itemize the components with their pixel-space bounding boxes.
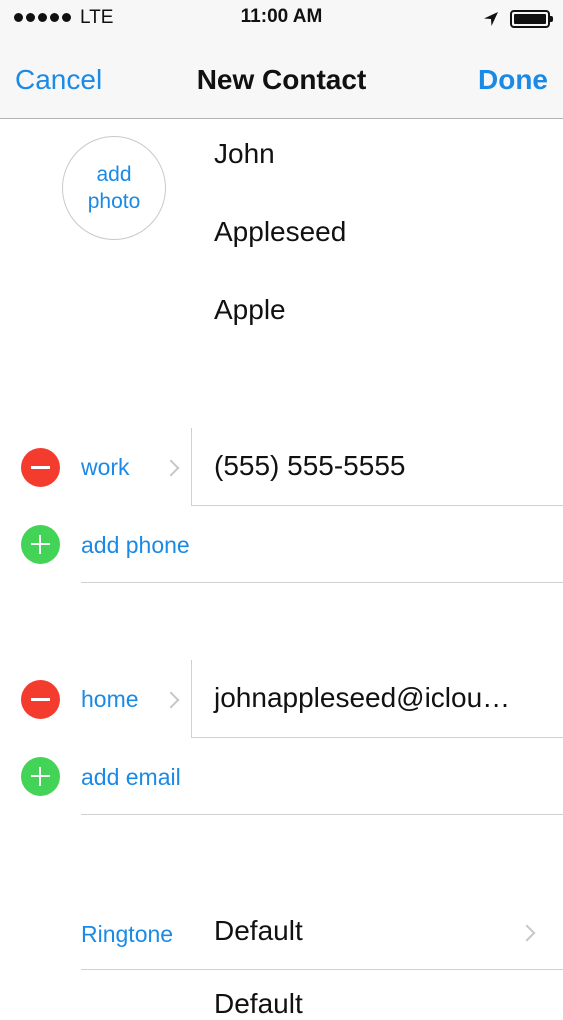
email-label-button[interactable]: home [81,686,139,713]
plus-circle-icon[interactable] [21,525,60,564]
divider [81,969,563,970]
phone-number-field[interactable]: (555) 555-5555 [214,450,405,482]
company-field[interactable]: Apple [214,294,286,326]
location-arrow-icon [484,12,498,26]
add-phone-row[interactable]: add phone [0,506,563,584]
plus-circle-icon[interactable] [21,757,60,796]
email-row: home johnappleseed@iclou… [0,660,563,738]
minus-circle-icon[interactable] [21,680,60,719]
ringtone-row[interactable]: Ringtone Default [0,893,563,971]
divider [81,814,563,815]
add-email-button[interactable]: add email [81,764,181,791]
minus-circle-icon[interactable] [21,448,60,487]
divider [81,582,563,583]
navigation-bar: Cancel New Contact Done [0,40,563,119]
battery-icon [510,10,553,28]
phone-label-button[interactable]: work [81,454,130,481]
last-name-field[interactable]: Appleseed [214,216,346,248]
chevron-right-icon [162,459,180,477]
chevron-right-icon [518,924,536,942]
add-photo-button[interactable]: add photo [62,136,166,240]
status-bar: LTE 11:00 AM [0,0,563,40]
email-field[interactable]: johnappleseed@iclou… [214,682,510,714]
text-tone-value[interactable]: Default [214,988,303,1020]
ringtone-value: Default [214,915,303,946]
ringtone-label: Ringtone [81,921,174,947]
vertical-divider [191,428,192,506]
add-phone-button[interactable]: add phone [81,532,190,559]
vertical-divider [191,660,192,738]
add-photo-label-line2: photo [87,190,141,213]
status-time: 11:00 AM [240,6,323,27]
phone-row: work (555) 555-5555 [0,428,563,506]
first-name-field[interactable]: John [214,138,275,170]
chevron-right-icon [162,691,180,709]
done-button[interactable]: Done [478,64,548,96]
add-photo-label-line1: add [96,163,132,186]
add-email-row[interactable]: add email [0,738,563,816]
